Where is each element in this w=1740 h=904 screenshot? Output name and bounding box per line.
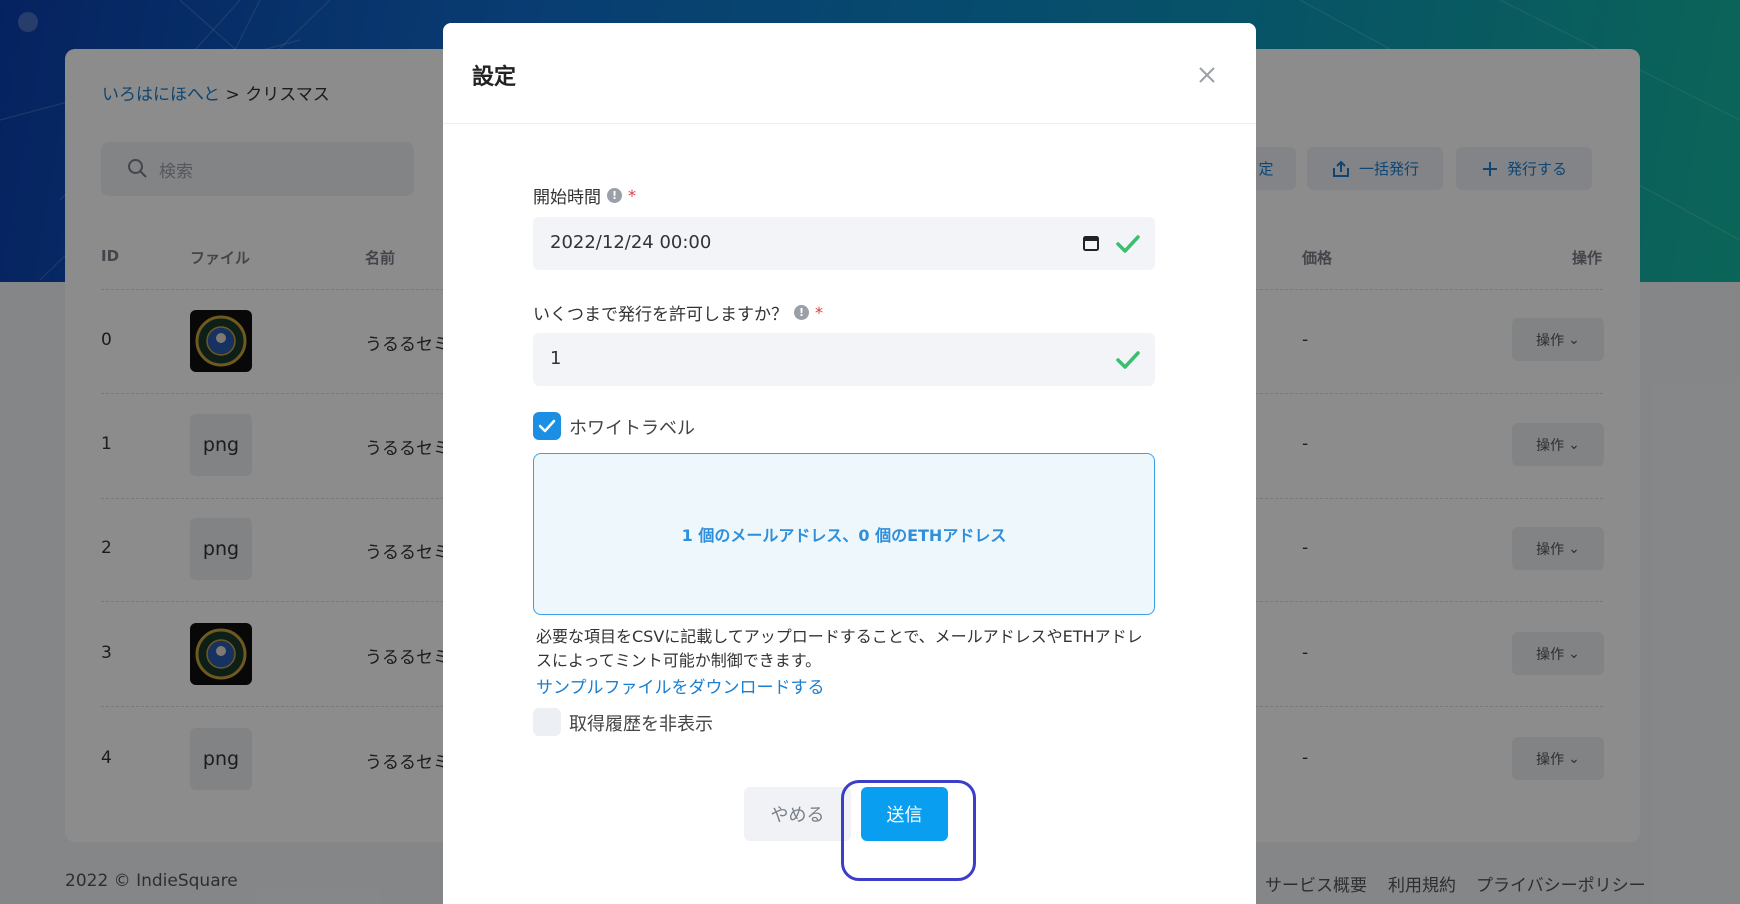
cancel-button[interactable]: やめる [744,787,851,841]
start-time-label: 開始時間 [533,188,601,208]
hide-history-checkbox[interactable] [533,708,561,736]
close-icon[interactable] [1193,61,1221,89]
max-issue-input[interactable]: 1 [533,333,1155,386]
max-issue-label: いくつまで発行を許可しますか？ [533,305,788,325]
csv-dropzone[interactable]: 1 個のメールアドレス、0 個のETHアドレス [533,453,1155,615]
required-marker: * [628,186,636,205]
start-time-value: 2022/12/24 00:00 [550,232,712,253]
checkmark-icon [538,419,556,433]
csv-help-text: 必要な項目をCSVに記載してアップロードすることで、メールアドレスやETHアドレ… [536,627,1143,670]
required-marker: * [815,303,823,322]
settings-modal: 設定 開始時間 ! * 2022/12/24 00:00 いくつまで発行を許可し… [443,23,1256,904]
hide-history-label: 取得履歴を非表示 [569,714,713,735]
info-icon[interactable]: ! [607,188,622,203]
valid-check-icon [1116,235,1140,253]
start-time-label-row: 開始時間 ! * [533,183,636,208]
whitelabel-checkbox[interactable] [533,412,561,440]
modal-title: 設定 [472,65,517,90]
modal-header: 設定 [443,23,1256,124]
calendar-icon[interactable] [1082,234,1100,252]
whitelabel-label: ホワイトラベル [569,418,695,439]
start-time-input[interactable]: 2022/12/24 00:00 [533,217,1155,270]
valid-check-icon [1116,351,1140,369]
info-icon[interactable]: ! [794,305,809,320]
submit-highlight-frame [841,780,976,881]
sample-download-link[interactable]: サンプルファイルをダウンロードする [536,673,825,698]
max-issue-value: 1 [550,348,562,369]
max-issue-label-row: いくつまで発行を許可しますか？ ! * [533,300,823,325]
dropzone-status: 1 個のメールアドレス、0 個のETHアドレス [681,526,1007,545]
